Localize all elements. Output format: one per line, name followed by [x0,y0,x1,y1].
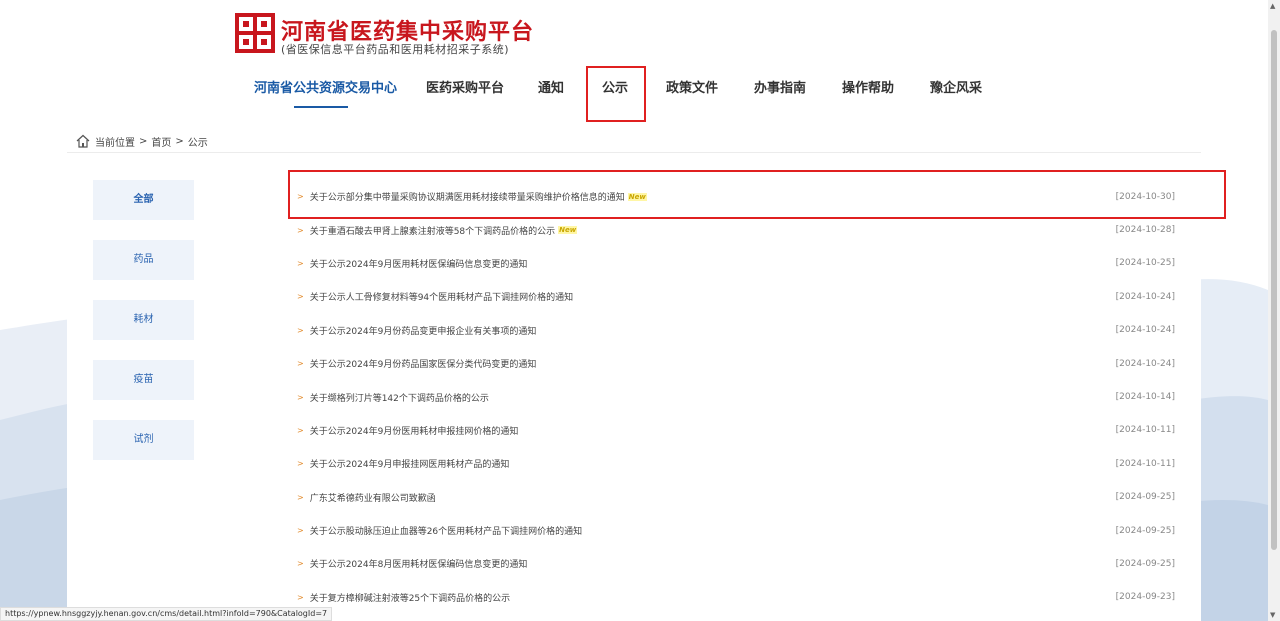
arrow-icon: > [297,325,304,335]
arrow-icon: > [297,258,304,268]
status-bar-url: https://ypnew.hnsggzyjy.henan.gov.cn/cms… [0,607,333,621]
scrollbar-thumb[interactable] [1271,30,1277,550]
list-item-title[interactable]: 关于复方樟柳碱注射液等25个下调药品价格的公示 [310,591,510,604]
nav-item-purchase-platform[interactable]: 医药采购平台 [426,66,504,122]
nav-item-policy-documents[interactable]: 政策文件 [666,66,718,122]
list-item-date: [2024-09-23] [1115,592,1175,603]
highlight-box-first-item [288,170,1226,219]
arrow-icon: > [297,425,304,435]
breadcrumb-separator: > [175,135,184,147]
list-item[interactable]: > 关于公示2024年9月医用耗材医保编码信息变更的通知 [2024-10-25… [297,247,1177,280]
sidebar-item-drugs[interactable]: 药品 [93,240,194,280]
arrow-icon: > [297,526,304,536]
list-item-title[interactable]: 关于公示股动脉压迫止血器等26个医用耗材产品下调挂网价格的通知 [310,524,582,537]
list-item-date: [2024-10-11] [1115,425,1175,436]
list-item-date: [2024-09-25] [1115,525,1175,536]
category-sidebar: 全部 药品 耗材 疫苗 试剂 [93,180,194,480]
breadcrumb-prefix: 当前位置 [95,137,135,149]
sidebar-item-reagents[interactable]: 试剂 [93,420,194,460]
list-item-title[interactable]: 关于公示2024年9月申报挂网医用耗材产品的通知 [310,457,510,470]
logo-icon[interactable] [235,13,275,53]
arrow-icon: > [297,392,304,402]
list-item-date: [2024-09-25] [1115,558,1175,569]
list-item-title[interactable]: 广东艾希德药业有限公司致歉函 [310,491,436,504]
list-item-date: [2024-10-24] [1115,291,1175,302]
main-nav: 河南省公共资源交易中心 医药采购平台 通知 公示 政策文件 办事指南 操作帮助 … [0,66,1268,122]
list-item-date: [2024-09-25] [1115,492,1175,503]
list-item-title[interactable]: 关于公示2024年8月医用耗材医保编码信息变更的通知 [310,557,528,570]
header: 河南省医药集中采购平台 (省医保信息平台药品和医用耗材招采子系统) 河南省公共资… [0,0,1268,125]
sidebar-item-consumables[interactable]: 耗材 [93,300,194,340]
list-item[interactable]: > 关于公示2024年8月医用耗材医保编码信息变更的通知 [2024-09-25… [297,547,1177,580]
nav-item-service-guide[interactable]: 办事指南 [754,66,806,122]
breadcrumb-home-link[interactable]: 首页 [151,134,171,149]
list-item[interactable]: > 关于缬格列汀片等142个下调药品价格的公示 [2024-10-14] [297,380,1177,413]
list-item-date: [2024-10-28] [1115,225,1175,236]
sidebar-item-all[interactable]: 全部 [93,180,194,220]
list-item-title[interactable]: 关于公示2024年9月份药品变更申报企业有关事项的通知 [310,324,537,337]
list-item[interactable]: > 广东艾希德药业有限公司致歉函 [2024-09-25] [297,481,1177,514]
list-item-date: [2024-10-11] [1115,458,1175,469]
list-item-date: [2024-10-14] [1115,392,1175,403]
nav-item-notice[interactable]: 通知 [538,66,564,122]
site-subtitle: (省医保信息平台药品和医用耗材招采子系统) [281,43,510,56]
breadcrumb-current: 公示 [187,137,208,149]
arrow-icon: > [297,592,304,602]
vertical-scrollbar[interactable]: ▲ ▼ [1268,0,1280,621]
nav-item-enterprise-showcase[interactable]: 豫企风采 [930,66,982,122]
list-item-title[interactable]: 关于公示2024年9月份药品国家医保分类代码变更的通知 [310,357,537,370]
breadcrumb-separator: > [139,135,148,147]
scroll-up-icon[interactable]: ▲ [1270,2,1275,10]
list-item[interactable]: > 关于公示股动脉压迫止血器等26个医用耗材产品下调挂网价格的通知 [2024-… [297,514,1177,547]
highlight-box-publicity [586,66,646,122]
list-item-date: [2024-10-24] [1115,325,1175,336]
list-item-title[interactable]: 关于重酒石酸去甲肾上腺素注射液等58个下调药品价格的公示 [310,224,555,237]
list-item-title[interactable]: 关于公示2024年9月医用耗材医保编码信息变更的通知 [310,257,528,270]
list-item-date: [2024-10-25] [1115,258,1175,269]
arrow-icon: > [297,292,304,302]
list-item[interactable]: > 关于复方樟柳碱注射液等25个下调药品价格的公示 [2024-09-23] [297,581,1177,614]
list-item[interactable]: > 关于公示2024年9月申报挂网医用耗材产品的通知 [2024-10-11] [297,447,1177,480]
list-item[interactable]: > 关于公示2024年9月份药品国家医保分类代码变更的通知 [2024-10-2… [297,347,1177,380]
arrow-icon: > [297,559,304,569]
sidebar-item-vaccines[interactable]: 疫苗 [93,360,194,400]
nav-item-public-resource-center[interactable]: 河南省公共资源交易中心 [254,66,397,122]
list-item[interactable]: > 关于公示2024年9月份医用耗材申报挂网价格的通知 [2024-10-11] [297,414,1177,447]
breadcrumb-divider [67,152,1201,153]
arrow-icon: > [297,492,304,502]
breadcrumb: 当前位置 > 首页 > 公示 [75,131,208,151]
list-item-title[interactable]: 关于公示人工骨修复材料等94个医用耗材产品下调挂网价格的通知 [310,290,573,303]
announcement-list: > 关于公示部分集中带量采购协议期满医用耗材接续带量采购维护价格信息的通知 Ne… [297,180,1177,614]
list-item[interactable]: > 关于公示人工骨修复材料等94个医用耗材产品下调挂网价格的通知 [2024-1… [297,280,1177,313]
home-icon [76,134,90,148]
list-item-date: [2024-10-24] [1115,358,1175,369]
nav-item-operation-help[interactable]: 操作帮助 [842,66,894,122]
new-badge: New [558,226,578,235]
list-item-title[interactable]: 关于公示2024年9月份医用耗材申报挂网价格的通知 [310,424,519,437]
list-item[interactable]: > 关于公示2024年9月份药品变更申报企业有关事项的通知 [2024-10-2… [297,314,1177,347]
nav-active-underline [294,106,348,108]
list-item-title[interactable]: 关于缬格列汀片等142个下调药品价格的公示 [310,391,489,404]
arrow-icon: > [297,225,304,235]
arrow-icon: > [297,459,304,469]
arrow-icon: > [297,359,304,369]
scroll-down-icon[interactable]: ▼ [1270,611,1275,619]
